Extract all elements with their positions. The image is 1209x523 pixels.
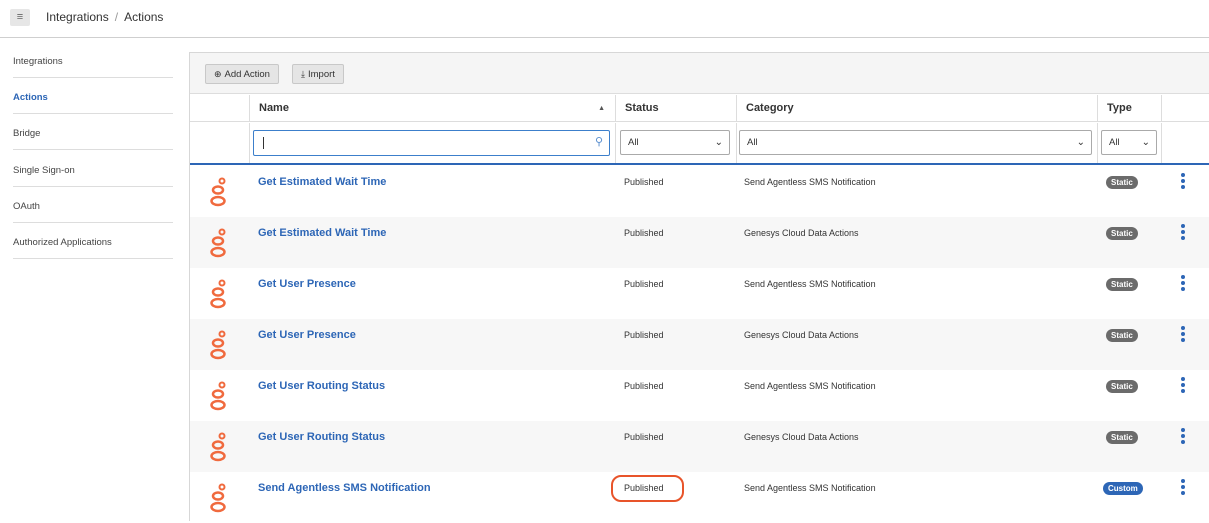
import-label: Import: [307, 69, 335, 80]
sidebar-item-bridge[interactable]: Bridge: [13, 128, 173, 150]
sidebar-item-authorized-applications[interactable]: Authorized Applications: [13, 237, 173, 259]
breadcrumb: Integrations / Actions: [46, 10, 163, 24]
add-action-button[interactable]: ⊕ Add Action: [205, 64, 279, 84]
kebab-menu-icon[interactable]: [1181, 377, 1187, 397]
filter-row: ⚲ All ⌄ All ⌄ All ⌄: [190, 123, 1209, 165]
actions-panel: ⊕ Add Action ⤓ Import Name ▲ Status Catego…: [189, 52, 1209, 521]
genesys-logo-icon: [210, 279, 226, 309]
column-header-status[interactable]: Status: [615, 95, 736, 122]
sort-ascending-icon[interactable]: ▲: [598, 95, 605, 122]
genesys-logo-icon: [210, 483, 226, 513]
status-filter-select[interactable]: All ⌄: [620, 130, 730, 155]
action-status: Published: [624, 483, 664, 493]
column-header-name[interactable]: Name ▲: [249, 95, 615, 122]
action-name-link[interactable]: Get Estimated Wait Time: [258, 176, 386, 188]
sidebar: Integrations Actions Bridge Single Sign-…: [0, 38, 188, 521]
add-action-label: Add Action: [224, 69, 270, 80]
actions-filter-cell: [1161, 123, 1209, 163]
breadcrumb-separator: /: [114, 10, 119, 24]
action-category: Send Agentless SMS Notification: [744, 381, 876, 391]
table-row: Get User Presence Published Genesys Clou…: [190, 319, 1209, 370]
action-category: Genesys Cloud Data Actions: [744, 228, 859, 238]
text-cursor: [263, 137, 264, 149]
column-header-category[interactable]: Category: [736, 95, 1097, 122]
sidebar-item-integrations[interactable]: Integrations: [13, 56, 173, 78]
table-row: Get Estimated Wait Time Published Send A…: [190, 166, 1209, 217]
chevron-down-icon: ⌄: [1076, 137, 1085, 148]
chevron-down-icon: ⌄: [714, 137, 723, 148]
chevron-down-icon: ⌄: [1141, 137, 1150, 148]
import-button[interactable]: ⤓ Import: [292, 64, 344, 84]
category-filter-select[interactable]: All ⌄: [739, 130, 1092, 155]
name-search-input[interactable]: ⚲: [253, 130, 610, 156]
action-name-link[interactable]: Get User Routing Status: [258, 431, 385, 443]
type-badge: Static: [1106, 227, 1138, 240]
action-name-link[interactable]: Get Estimated Wait Time: [258, 227, 386, 239]
sidebar-item-actions[interactable]: Actions: [13, 92, 173, 114]
table-row: Get User Routing Status Published Send A…: [190, 370, 1209, 421]
action-status: Published: [624, 330, 664, 340]
genesys-logo-icon: [210, 228, 226, 258]
type-badge: Static: [1106, 329, 1138, 342]
kebab-menu-icon[interactable]: [1181, 428, 1187, 448]
table-header: Name ▲ Status Category Type: [190, 95, 1209, 122]
action-name-link[interactable]: Get User Presence: [258, 329, 356, 341]
table-row: Get User Presence Published Send Agentle…: [190, 268, 1209, 319]
genesys-logo-icon: [210, 330, 226, 360]
table-row: Get Estimated Wait Time Published Genesy…: [190, 217, 1209, 268]
sidebar-item-oauth[interactable]: OAuth: [13, 201, 173, 223]
action-category: Send Agentless SMS Notification: [744, 279, 876, 289]
plus-circle-icon: ⊕: [214, 69, 222, 79]
hamburger-icon[interactable]: ≡: [10, 9, 30, 26]
action-name-link[interactable]: Send Agentless SMS Notification: [258, 482, 431, 494]
type-badge: Static: [1106, 380, 1138, 393]
type-badge: Static: [1106, 176, 1138, 189]
type-filter-select[interactable]: All ⌄: [1101, 130, 1157, 155]
action-status: Published: [624, 228, 664, 238]
kebab-menu-icon[interactable]: [1181, 224, 1187, 244]
breadcrumb-actions: Actions: [124, 10, 164, 24]
action-category: Send Agentless SMS Notification: [744, 483, 876, 493]
action-category: Send Agentless SMS Notification: [744, 177, 876, 187]
column-header-type[interactable]: Type: [1097, 95, 1161, 122]
table-row: Send Agentless SMS Notification Publishe…: [190, 472, 1209, 523]
type-badge: Static: [1106, 431, 1138, 444]
action-category: Genesys Cloud Data Actions: [744, 432, 859, 442]
kebab-menu-icon[interactable]: [1181, 479, 1187, 499]
download-icon: ⤓: [301, 69, 305, 79]
action-status: Published: [624, 432, 664, 442]
toolbar: ⊕ Add Action ⤓ Import: [190, 53, 1209, 94]
action-status: Published: [624, 279, 664, 289]
action-status: Published: [624, 381, 664, 391]
kebab-menu-icon[interactable]: [1181, 275, 1187, 295]
kebab-menu-icon[interactable]: [1181, 326, 1187, 346]
sidebar-item-single-sign-on[interactable]: Single Sign-on: [13, 165, 173, 187]
type-badge: Static: [1106, 278, 1138, 291]
column-header-actions: [1161, 95, 1209, 122]
top-bar: ≡ Integrations / Actions: [0, 0, 1209, 38]
search-icon: ⚲: [594, 136, 603, 148]
breadcrumb-integrations[interactable]: Integrations: [46, 10, 109, 24]
genesys-logo-icon: [210, 177, 226, 207]
genesys-logo-icon: [210, 432, 226, 462]
table-row: Get User Routing Status Published Genesy…: [190, 421, 1209, 472]
action-name-link[interactable]: Get User Routing Status: [258, 380, 385, 392]
genesys-logo-icon: [210, 381, 226, 411]
action-category: Genesys Cloud Data Actions: [744, 330, 859, 340]
type-badge: Custom: [1103, 482, 1143, 495]
action-status: Published: [624, 177, 664, 187]
kebab-menu-icon[interactable]: [1181, 173, 1187, 193]
action-name-link[interactable]: Get User Presence: [258, 278, 356, 290]
